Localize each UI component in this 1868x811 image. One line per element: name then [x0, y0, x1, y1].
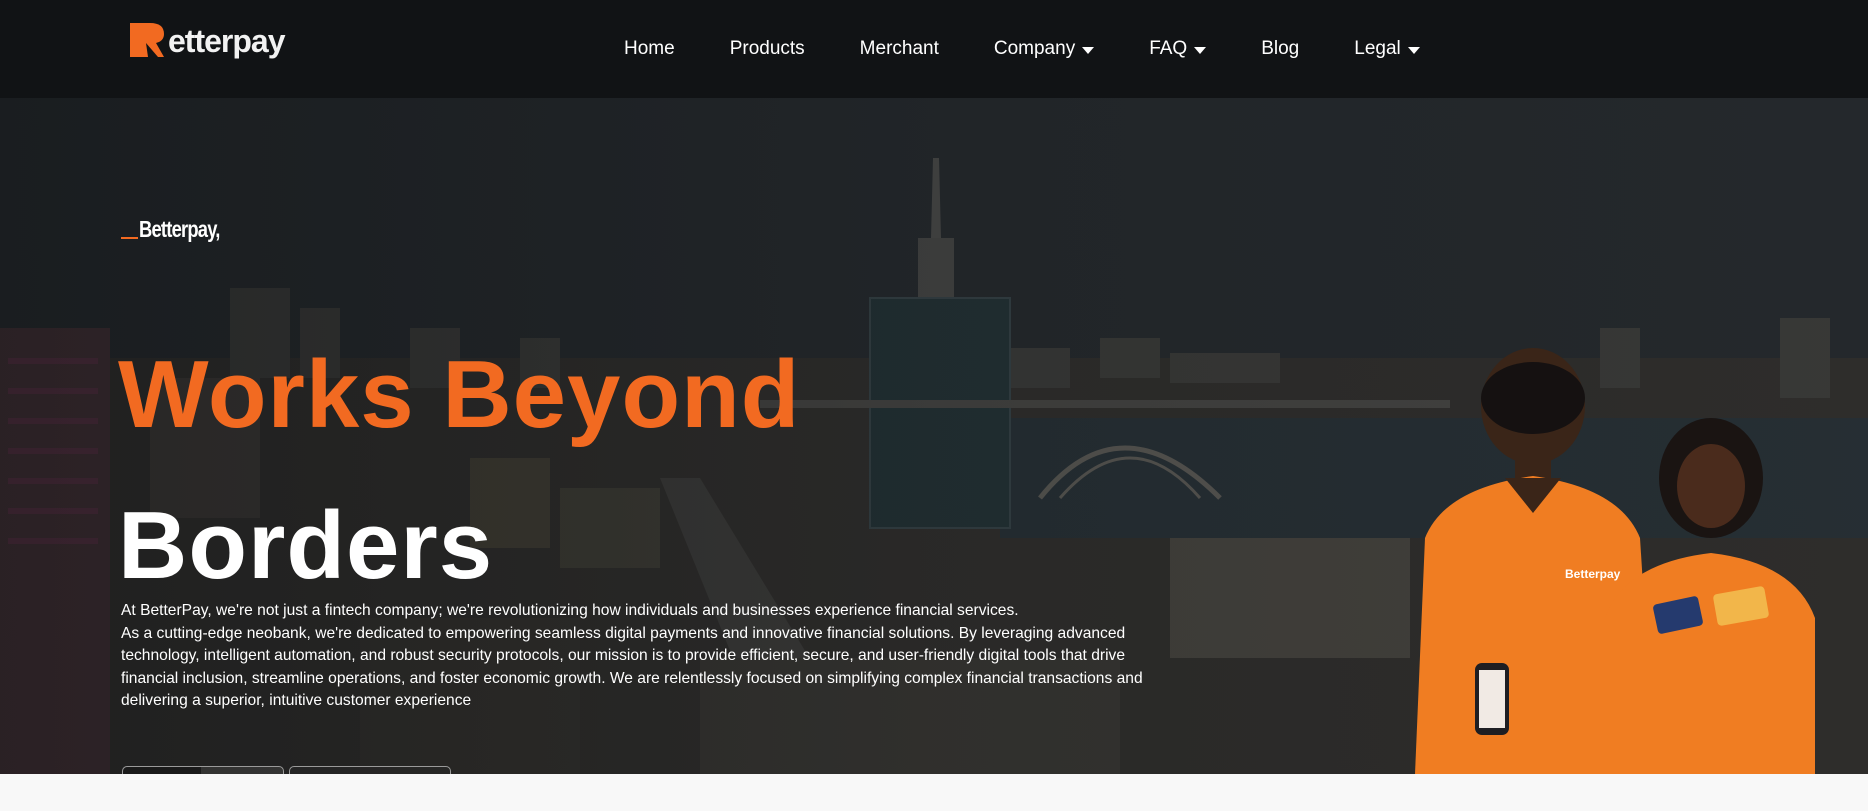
brand-tag-text: Betterpay, — [139, 216, 220, 242]
logo-text: etterpay — [168, 22, 285, 59]
nav-blog-label: Blog — [1261, 38, 1300, 59]
caret-down-icon — [1194, 46, 1207, 54]
nav-faq-label: FAQ — [1149, 38, 1188, 59]
betterpay-logo[interactable]: etterpay — [128, 18, 285, 62]
nav-products[interactable]: Products — [730, 38, 805, 60]
nav-faq-dropdown[interactable]: FAQ — [1149, 38, 1207, 60]
nav-legal-label: Legal — [1354, 38, 1401, 59]
main-nav: Home Products Merchant Company FAQ Blog … — [624, 0, 1420, 98]
nav-company-dropdown[interactable]: Company — [993, 38, 1095, 60]
hero-intro-line1: At BetterPay, we're not just a fintech c… — [121, 602, 1019, 619]
next-section-edge — [0, 774, 1868, 811]
top-navbar: etterpay Home Products Merchant Company … — [0, 0, 1868, 98]
hero-headline-line1: Works Beyond — [118, 341, 801, 449]
nav-home[interactable]: Home — [624, 38, 675, 60]
brand-tag: Betterpay, — [121, 216, 240, 243]
hero-secondary-button[interactable] — [289, 766, 451, 774]
hero-people-image: Betterpay — [1415, 348, 1815, 774]
hero-primary-button[interactable] — [122, 766, 284, 774]
shirt-logo-text: Betterpay — [1565, 567, 1621, 581]
caret-down-icon — [1407, 46, 1420, 54]
brand-tag-dash — [121, 237, 138, 239]
hero-intro: At BetterPay, we're not just a fintech c… — [121, 600, 1181, 713]
hero-primary-button-fill — [123, 767, 201, 774]
nav-legal-dropdown[interactable]: Legal — [1354, 38, 1420, 60]
nav-merchant[interactable]: Merchant — [860, 38, 939, 60]
hero-intro-line2: As a cutting-edge neobank, we're dedicat… — [121, 624, 1143, 710]
nav-products-label: Products — [729, 38, 805, 59]
nav-company-label: Company — [993, 38, 1076, 59]
nav-merchant-label: Merchant — [859, 38, 939, 59]
betterpay-logo-icon — [128, 21, 166, 59]
caret-down-icon — [1082, 46, 1095, 54]
nav-home-label: Home — [624, 38, 675, 59]
hero-headline-line2: Borders — [118, 492, 494, 600]
hero-section: Betterpay, Works Beyond Borders At Bette… — [0, 98, 1868, 774]
nav-blog[interactable]: Blog — [1261, 38, 1299, 60]
